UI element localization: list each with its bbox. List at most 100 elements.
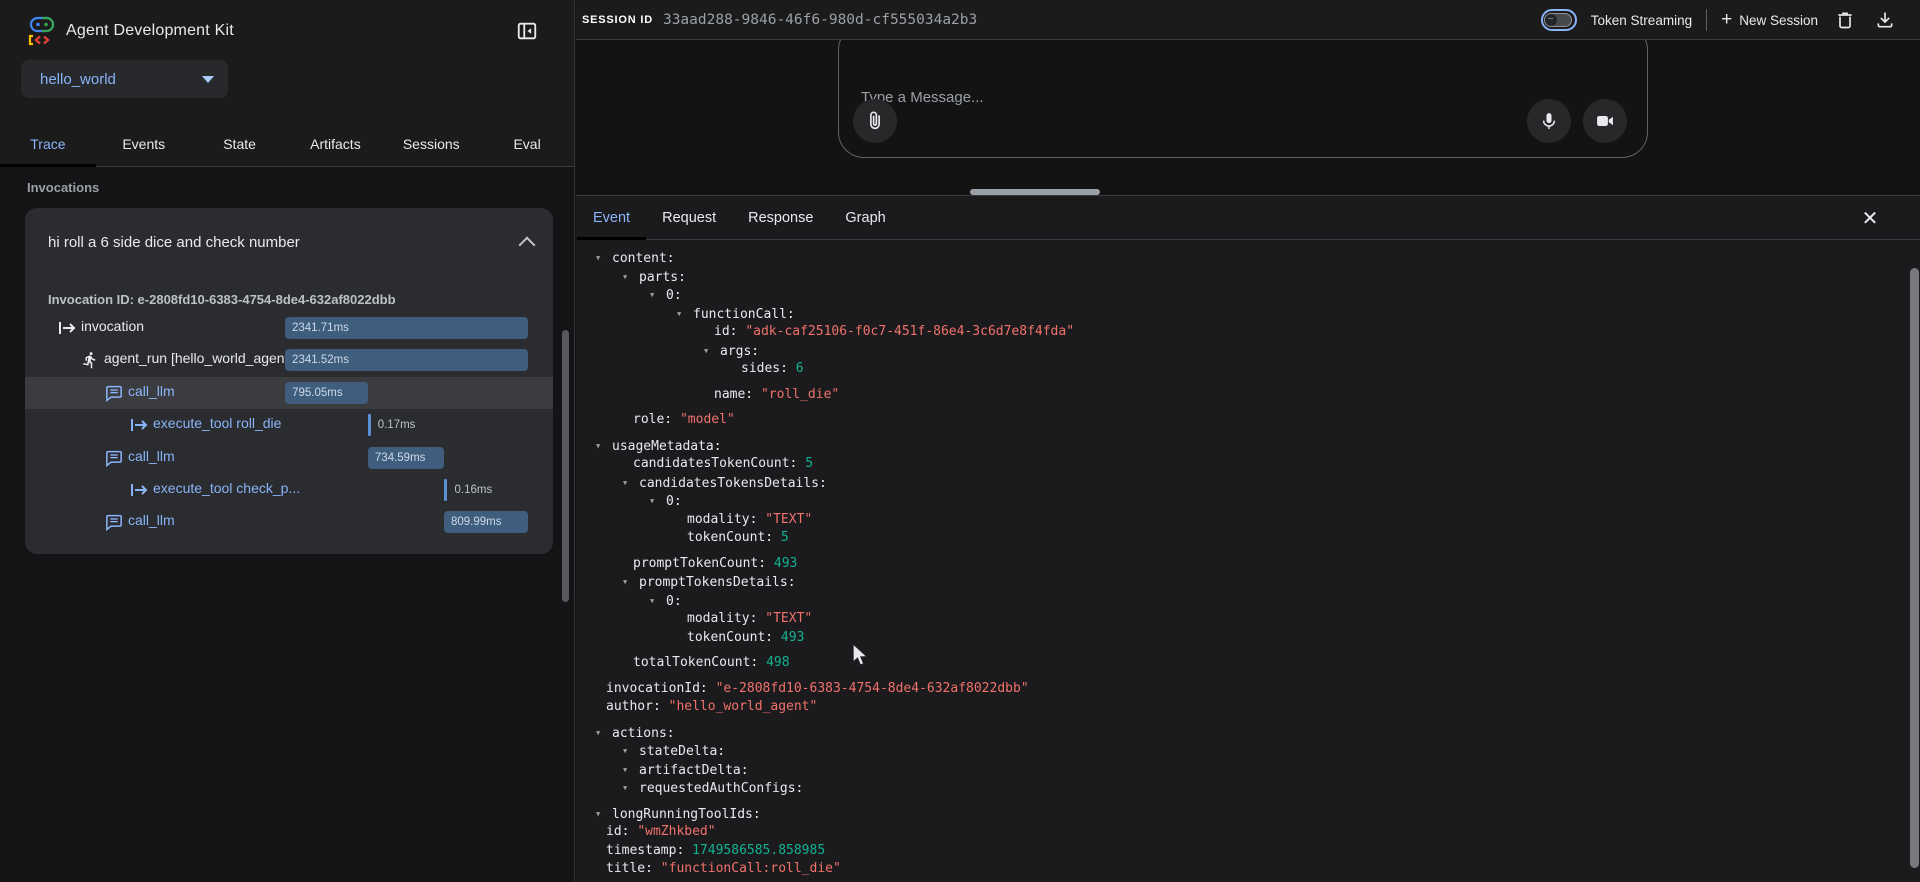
trace-span-call_llm[interactable]: call_llm734.59ms (25, 442, 553, 474)
message-input[interactable] (861, 89, 1481, 106)
json-key: promptTokenCount: (633, 556, 766, 571)
detail-tab-event[interactable]: Event (577, 196, 646, 239)
app-title: Agent Development Kit (66, 22, 234, 40)
json-toggle-icon[interactable]: ▼ (650, 492, 666, 511)
json-toggle-icon[interactable]: ▼ (623, 268, 639, 287)
delete-session-button[interactable] (1832, 7, 1858, 33)
collapse-sidebar-button[interactable] (512, 16, 542, 46)
trace-duration-bar: 2341.71ms (285, 317, 528, 339)
json-line: promptTokenCount: 493 (576, 555, 1906, 574)
session-header: SESSION ID 33aad288-9846-46f6-980d-cf555… (576, 0, 1920, 40)
tab-trace[interactable]: Trace (0, 121, 96, 166)
detail-tab-graph[interactable]: Graph (829, 196, 901, 239)
tab-state[interactable]: State (192, 121, 288, 166)
json-toggle-icon[interactable]: ▼ (623, 742, 639, 761)
json-line: role: "model" (576, 411, 1906, 430)
json-line: ▼0: (576, 286, 1906, 305)
chat-icon (105, 449, 125, 467)
token-streaming-toggle[interactable]: − (1541, 9, 1577, 31)
json-key: invocationId: (606, 681, 708, 696)
toggle-track: − (1544, 13, 1572, 27)
arrow-right-icon (130, 416, 150, 434)
plus-icon: + (1721, 11, 1732, 29)
header-divider (1706, 9, 1707, 31)
chevron-up-icon (519, 237, 536, 254)
tab-sessions[interactable]: Sessions (383, 121, 479, 166)
json-key: actions: (612, 726, 675, 741)
detail-scrollbar[interactable] (1910, 268, 1919, 868)
json-toggle-icon[interactable]: ▼ (704, 342, 720, 361)
delete-icon (1835, 10, 1855, 30)
trace-duration-bar: 2341.52ms (285, 349, 528, 371)
json-key: parts: (639, 270, 686, 285)
json-line: title: "functionCall:roll_die" (576, 860, 1906, 879)
attach-file-button[interactable] (853, 99, 897, 143)
video-button[interactable] (1583, 99, 1627, 143)
json-toggle-icon[interactable]: ▼ (677, 305, 693, 324)
json-key: 0: (666, 288, 682, 303)
token-streaming-label: Token Streaming (1591, 13, 1692, 28)
json-toggle-icon[interactable]: ▼ (596, 249, 612, 268)
json-key: 0: (666, 494, 682, 509)
trace-span-call_llm[interactable]: call_llm795.05ms (25, 377, 553, 409)
tab-eval[interactable]: Eval (479, 121, 575, 166)
trace-span-invocation[interactable]: invocation 2341.71ms (25, 312, 553, 344)
json-line: tokenCount: 493 (576, 629, 1906, 648)
tab-events[interactable]: Events (96, 121, 192, 166)
main-panel: SESSION ID 33aad288-9846-46f6-980d-cf555… (576, 0, 1920, 882)
json-value: "TEXT" (765, 512, 812, 527)
close-detail-button[interactable]: ✕ (1854, 202, 1886, 234)
json-key: 0: (666, 594, 682, 609)
invocation-header[interactable]: hi roll a 6 side dice and check number (48, 230, 533, 254)
json-key: args: (720, 344, 759, 359)
json-value: 5 (781, 530, 789, 545)
sidebar-tabs: TraceEventsStateArtifactsSessionsEval (0, 121, 575, 167)
json-line: tokenCount: 5 (576, 529, 1906, 548)
detail-tab-response[interactable]: Response (732, 196, 829, 239)
json-value: 1749586585.858985 (692, 843, 825, 858)
json-toggle-icon[interactable]: ▼ (596, 437, 612, 456)
json-line: ▼args: (576, 342, 1906, 361)
invocation-prompt: hi roll a 6 side dice and check number (48, 234, 521, 251)
horizontal-scrollbar[interactable] (970, 189, 1100, 195)
json-toggle-icon[interactable]: ▼ (623, 474, 639, 493)
json-value: "roll_die" (761, 387, 839, 402)
videocam-icon (1595, 111, 1615, 131)
arrow-right-icon (58, 319, 78, 337)
download-session-button[interactable] (1872, 7, 1898, 33)
trace-span-label: agent_run [hello_world_agent] (104, 350, 292, 366)
trace-span-call_llm[interactable]: call_llm809.99ms (25, 506, 553, 538)
trace-duration-label: 0.17ms (378, 414, 416, 436)
json-line: ▼longRunningToolIds: (576, 805, 1906, 824)
json-toggle-icon[interactable]: ▼ (596, 724, 612, 743)
json-line: ▼stateDelta: (576, 742, 1906, 761)
json-toggle-icon[interactable]: ▼ (650, 592, 666, 611)
session-id-label: SESSION ID (582, 14, 653, 26)
close-icon: ✕ (1862, 206, 1879, 231)
json-line: ▼0: (576, 492, 1906, 511)
trace-span-execute_tool[interactable]: execute_tool roll_die0.17ms (25, 409, 553, 441)
trace-span-agent_run[interactable]: agent_run [hello_world_agent]2341.52ms (25, 344, 553, 376)
json-toggle-icon[interactable]: ▼ (596, 805, 612, 824)
new-session-button[interactable]: + New Session (1721, 11, 1818, 29)
json-value: "model" (680, 412, 735, 427)
trace-span-label: invocation (81, 318, 144, 334)
trace-duration-bar (368, 414, 371, 436)
sidebar-scrollbar[interactable] (562, 330, 569, 602)
json-line: ▼candidatesTokensDetails: (576, 474, 1906, 493)
json-toggle-icon[interactable]: ▼ (623, 761, 639, 780)
trace-duration-bar (444, 479, 447, 501)
mic-button[interactable] (1527, 99, 1571, 143)
runner-icon (81, 351, 101, 369)
trace-span-execute_tool[interactable]: execute_tool check_p...0.16ms (25, 474, 553, 506)
detail-tab-request[interactable]: Request (646, 196, 732, 239)
tab-artifacts[interactable]: Artifacts (288, 121, 384, 166)
json-toggle-icon[interactable]: ▼ (623, 573, 639, 592)
json-line: ▼parts: (576, 268, 1906, 287)
new-session-label: New Session (1739, 13, 1818, 28)
app-select[interactable]: hello_world (21, 60, 228, 98)
json-line: ▼artifactDelta: (576, 761, 1906, 780)
json-toggle-icon[interactable]: ▼ (650, 286, 666, 305)
json-key: usageMetadata: (612, 439, 722, 454)
json-toggle-icon[interactable]: ▼ (623, 779, 639, 798)
